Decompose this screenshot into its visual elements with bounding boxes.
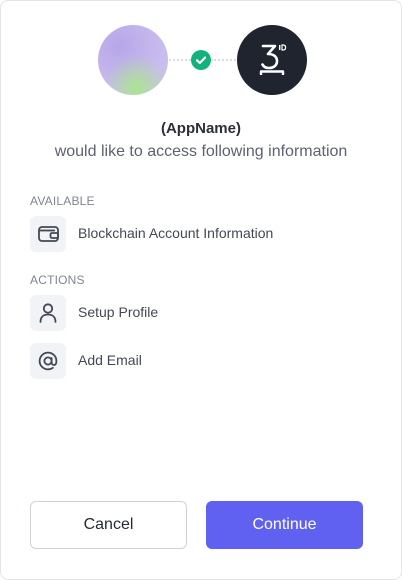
- app-avatar: [98, 25, 168, 95]
- app-name: (AppName): [160, 120, 241, 137]
- list-item-blockchain-account: Blockchain Account Information: [30, 216, 370, 252]
- section-label-actions: ACTIONS: [30, 273, 85, 287]
- cancel-button[interactable]: Cancel: [30, 501, 187, 549]
- list-item-label: Add Email: [78, 352, 142, 368]
- check-icon: [191, 50, 211, 70]
- section-label-available: AVAILABLE: [30, 194, 95, 208]
- request-subtitle: would like to access following informati…: [54, 143, 348, 160]
- continue-button[interactable]: Continue: [206, 501, 363, 549]
- connection-header: [1, 25, 401, 95]
- list-item-label: Setup Profile: [78, 304, 159, 320]
- connector-line-left: [169, 59, 191, 61]
- user-icon: [30, 295, 66, 331]
- list-item-label: Blockchain Account Information: [78, 225, 274, 241]
- wallet-icon: [30, 216, 66, 252]
- list-item-add-email: Add Email: [30, 343, 370, 379]
- at-sign-icon: [30, 343, 66, 379]
- connector-line-right: [211, 59, 239, 61]
- list-item-setup-profile: Setup Profile: [30, 295, 370, 331]
- 3id-logo-icon: [237, 25, 307, 95]
- permission-dialog: (AppName) would like to access following…: [0, 0, 402, 580]
